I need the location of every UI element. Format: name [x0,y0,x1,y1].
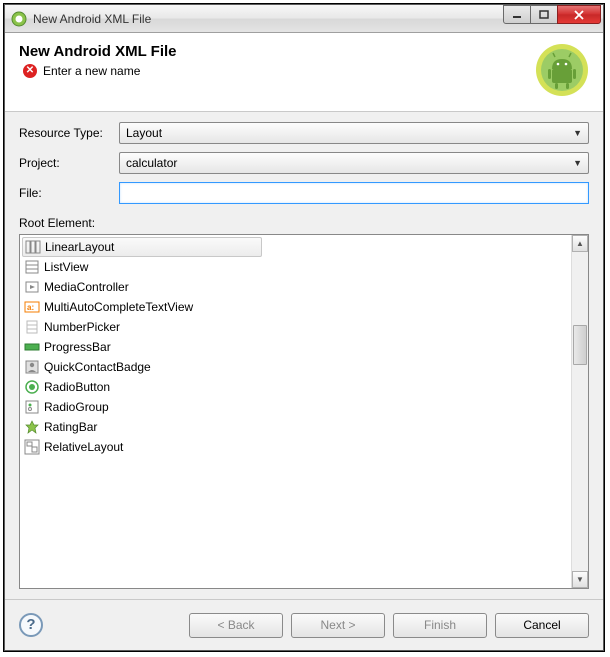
list-item[interactable]: RadioGroup [20,397,571,417]
window-title: New Android XML File [33,12,504,26]
multiautocompletetextview-icon: a: [24,299,40,315]
root-element-list: LinearLayout ListView MediaController a: Mul… [19,234,589,589]
list-item[interactable]: ListView [20,257,571,277]
radiogroup-icon [24,399,40,415]
mediacontroller-icon [24,279,40,295]
list-item[interactable]: ProgressBar [20,337,571,357]
list-item-label: NumberPicker [44,320,120,334]
list-item[interactable]: NumberPicker [20,317,571,337]
titlebar: New Android XML File [5,5,603,33]
list-item[interactable]: LinearLayout [22,237,262,257]
error-message-row: ✕ Enter a new name [19,64,535,78]
list-item[interactable]: QuickContactBadge [20,357,571,377]
list-item-label: MultiAutoCompleteTextView [44,300,193,314]
list-item-label: RadioButton [44,380,110,394]
resource-type-value: Layout [126,126,162,140]
maximize-button[interactable] [530,5,558,24]
list-item[interactable]: RatingBar [20,417,571,437]
page-title: New Android XML File [19,43,535,60]
scroll-up-icon[interactable]: ▲ [572,235,588,252]
list-item-label: ListView [44,260,88,274]
scroll-down-icon[interactable]: ▼ [572,571,588,588]
relativelayout-icon [24,439,40,455]
project-combo[interactable]: calculator ▼ [119,152,589,174]
cancel-button[interactable]: Cancel [495,613,589,638]
list-item-label: RadioGroup [44,400,109,414]
svg-text:a:: a: [27,303,34,312]
app-icon [11,11,27,27]
next-button[interactable]: Next > [291,613,385,638]
button-bar: ? < Back Next > Finish Cancel [5,600,603,650]
quickcontactbadge-icon [24,359,40,375]
scrollbar[interactable]: ▲ ▼ [571,235,588,588]
error-icon: ✕ [23,64,37,78]
numberpicker-icon [24,319,40,335]
listview-icon [24,259,40,275]
list-item-label: RatingBar [44,420,97,434]
error-text: Enter a new name [43,64,140,78]
minimize-button[interactable] [503,5,531,24]
close-button[interactable] [557,5,601,24]
list-item-label: LinearLayout [45,240,114,254]
android-logo-icon [535,43,589,97]
root-element-label: Root Element: [19,216,589,230]
back-button[interactable]: < Back [189,613,283,638]
help-button[interactable]: ? [19,613,43,637]
wizard-header: New Android XML File ✕ Enter a new name [5,33,603,112]
list-item[interactable]: RadioButton [20,377,571,397]
resource-type-label: Resource Type: [19,126,119,140]
scroll-thumb[interactable] [573,325,587,365]
project-value: calculator [126,156,177,170]
list-item-label: QuickContactBadge [44,360,151,374]
window-controls [504,5,601,25]
list-item-label: ProgressBar [44,340,111,354]
chevron-down-icon: ▼ [573,158,582,168]
file-input[interactable] [119,182,589,204]
file-label: File: [19,186,119,200]
progressbar-icon [24,339,40,355]
list-item-label: MediaController [44,280,129,294]
wizard-window: New Android XML File New Android XML Fil… [4,4,604,651]
resource-type-combo[interactable]: Layout ▼ [119,122,589,144]
root-list-inner[interactable]: LinearLayout ListView MediaController a: Mul… [20,235,571,588]
radiobutton-icon [24,379,40,395]
list-item[interactable]: RelativeLayout [20,437,571,457]
linearlayout-icon [25,239,41,255]
project-label: Project: [19,156,119,170]
list-item-label: RelativeLayout [44,440,123,454]
list-item[interactable]: a: MultiAutoCompleteTextView [20,297,571,317]
ratingbar-icon [24,419,40,435]
list-item[interactable]: MediaController [20,277,571,297]
finish-button[interactable]: Finish [393,613,487,638]
form-area: Resource Type: Layout ▼ Project: calcula… [5,112,603,599]
chevron-down-icon: ▼ [573,128,582,138]
